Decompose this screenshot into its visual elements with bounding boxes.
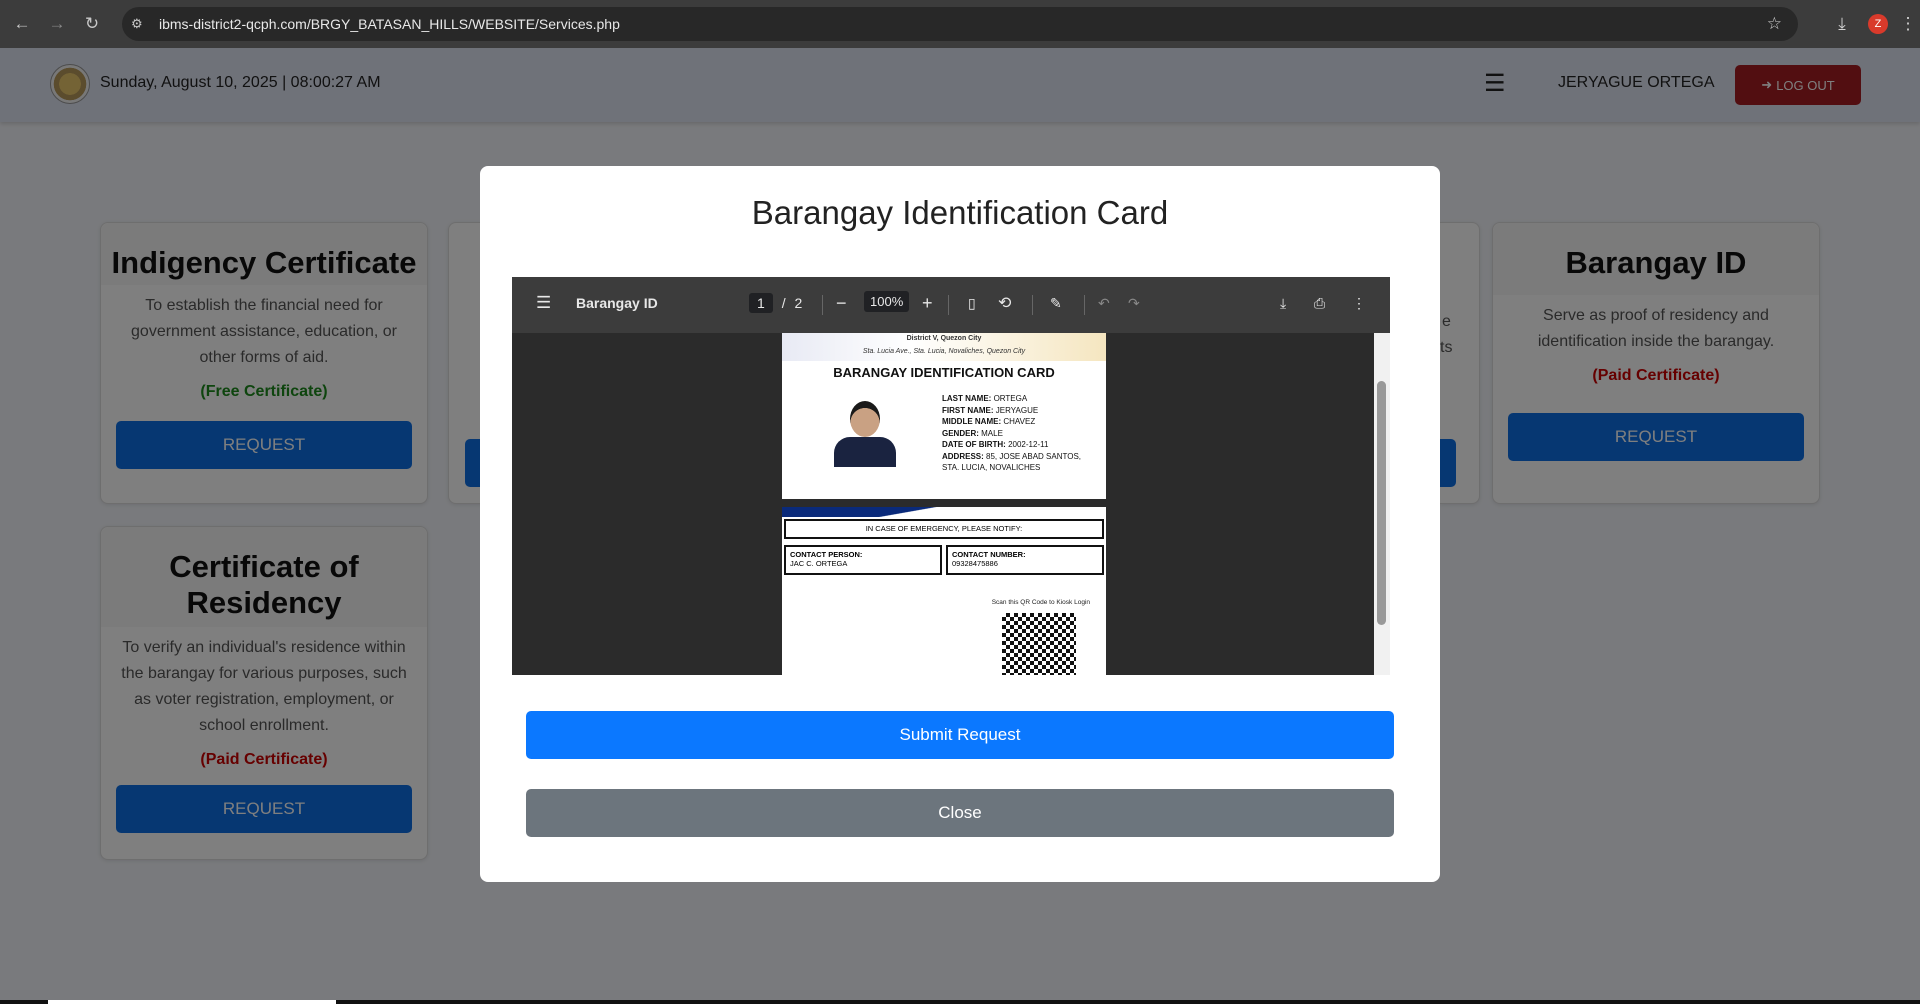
- id-card-header-line: Sta. Lucia Ave., Sta. Lucia, Novaliches,…: [862, 348, 1026, 355]
- toolbar-divider: [1032, 295, 1033, 315]
- field-label: CONTACT PERSON:: [790, 550, 863, 559]
- pdf-download-icon[interactable]: ⤓: [1280, 295, 1286, 312]
- url-text[interactable]: ibms-district2-qcph.com/BRGY_BATASAN_HIL…: [159, 16, 620, 32]
- first-name-value: JERYAGUE: [995, 405, 1039, 415]
- contact-number-value: 09328475886: [952, 559, 998, 568]
- back-icon[interactable]: ←: [9, 11, 35, 37]
- qr-caption: Scan this QR Code to Kiosk Login: [991, 599, 1090, 606]
- annotate-icon[interactable]: ✎: [1050, 295, 1062, 312]
- field-label: MIDDLE NAME:: [942, 417, 1002, 426]
- pdf-page-area[interactable]: District V, Quezon City Sta. Lucia Ave.,…: [512, 333, 1374, 675]
- page: Sunday, August 10, 2025 | 08:00:27 AM ☰ …: [0, 48, 1920, 1004]
- pdf-scrollbar[interactable]: [1374, 333, 1390, 675]
- reload-icon[interactable]: ↻: [79, 11, 105, 37]
- field-label: CONTACT NUMBER:: [952, 550, 1026, 559]
- id-photo-body: [834, 437, 896, 467]
- toolbar-divider: [948, 295, 949, 315]
- pdf-toolbar: ☰ Barangay ID 1 / 2 − 100% + ▯ ⟲ ✎ ↶ ↷ ⤓…: [512, 277, 1390, 333]
- undo-icon[interactable]: ↶: [1098, 295, 1110, 312]
- download-icon[interactable]: ⤓: [1824, 14, 1860, 34]
- submit-request-button[interactable]: Submit Request: [526, 711, 1394, 759]
- toolbar-divider: [1084, 295, 1085, 315]
- taskbar-strip: [0, 1000, 1920, 1004]
- contact-number-box: CONTACT NUMBER: 09328475886: [946, 545, 1104, 575]
- pdf-viewer: ☰ Barangay ID 1 / 2 − 100% + ▯ ⟲ ✎ ↶ ↷ ⤓…: [512, 277, 1390, 675]
- contact-person-box: CONTACT PERSON: JAC C. ORTEGA: [784, 545, 942, 575]
- forward-icon[interactable]: →: [44, 11, 70, 37]
- bookmark-star-icon[interactable]: ☆: [1767, 14, 1782, 34]
- pdf-total-pages: 2: [794, 295, 803, 311]
- dob-value: 2002-12-11: [1008, 440, 1049, 449]
- profile-avatar[interactable]: Z: [1868, 14, 1888, 34]
- pdf-page-indicator: 1 / 2: [749, 293, 803, 313]
- pdf-doc-title: Barangay ID: [576, 295, 658, 311]
- qr-code: [1002, 613, 1076, 675]
- zoom-in-icon[interactable]: +: [922, 293, 933, 314]
- fit-page-icon[interactable]: ▯: [968, 295, 976, 312]
- id-card-header-line: District V, Quezon City: [906, 335, 982, 342]
- id-card-front: District V, Quezon City Sta. Lucia Ave.,…: [782, 333, 1106, 499]
- pdf-scrollbar-thumb[interactable]: [1377, 381, 1386, 625]
- id-card-title: BARANGAY IDENTIFICATION CARD: [833, 365, 1055, 380]
- toolbar-divider: [822, 295, 823, 315]
- id-fields: LAST NAME: ORTEGA FIRST NAME: JERYAGUE M…: [942, 393, 1081, 474]
- rotate-icon[interactable]: ⟲: [998, 293, 1011, 313]
- pdf-more-icon[interactable]: ⋮: [1352, 295, 1366, 312]
- taskbar-active-indicator: [48, 1000, 336, 1004]
- address-value: 85, JOSE ABAD SANTOS,: [986, 451, 1082, 461]
- field-label: FIRST NAME:: [942, 405, 994, 415]
- close-button[interactable]: Close: [526, 789, 1394, 837]
- emergency-contacts: CONTACT PERSON: JAC C. ORTEGA CONTACT NUM…: [784, 545, 1104, 575]
- id-photo: [830, 401, 896, 467]
- id-photo-head: [850, 401, 880, 437]
- contact-person-value: JAC C. ORTEGA: [790, 559, 848, 568]
- menu-kebab-icon[interactable]: ⋮: [1896, 14, 1920, 34]
- pdf-page-input[interactable]: 1: [749, 293, 773, 313]
- pdf-page-separator: /: [781, 295, 786, 311]
- field-label: GENDER:: [942, 428, 979, 438]
- id-card-stripe: [782, 507, 1106, 517]
- modal-title: Barangay Identification Card: [751, 194, 1169, 231]
- middle-name-value: CHAVEZ: [1003, 417, 1036, 426]
- field-label: ADDRESS:: [942, 451, 984, 461]
- zoom-level[interactable]: 100%: [864, 291, 910, 312]
- last-name-value: ORTEGA: [993, 394, 1028, 403]
- zoom-level-input[interactable]: 100%: [864, 291, 910, 312]
- id-preview-modal: Barangay Identification Card ☰ Barangay …: [480, 166, 1440, 882]
- zoom-out-icon[interactable]: −: [836, 293, 847, 314]
- emergency-notice: IN CASE OF EMERGENCY, PLEASE NOTIFY:: [784, 519, 1104, 539]
- field-label: DATE OF BIRTH:: [942, 440, 1006, 449]
- address-bar[interactable]: ⚙ ibms-district2-qcph.com/BRGY_BATASAN_H…: [122, 7, 1798, 41]
- browser-toolbar: ← → ↻ ⚙ ibms-district2-qcph.com/BRGY_BAT…: [0, 0, 1920, 48]
- site-info-icon[interactable]: ⚙: [131, 16, 149, 32]
- redo-icon[interactable]: ↷: [1128, 295, 1140, 312]
- print-icon[interactable]: ⎙: [1314, 295, 1325, 312]
- id-card-back: IN CASE OF EMERGENCY, PLEASE NOTIFY: CON…: [782, 507, 1106, 675]
- field-label: LAST NAME:: [942, 394, 992, 403]
- pdf-menu-icon[interactable]: ☰: [536, 293, 551, 313]
- gender-value: MALE: [981, 428, 1003, 438]
- address-value-line2: STA. LUCIA, NOVALICHES: [942, 463, 1041, 472]
- id-card-header: District V, Quezon City Sta. Lucia Ave.,…: [782, 333, 1106, 361]
